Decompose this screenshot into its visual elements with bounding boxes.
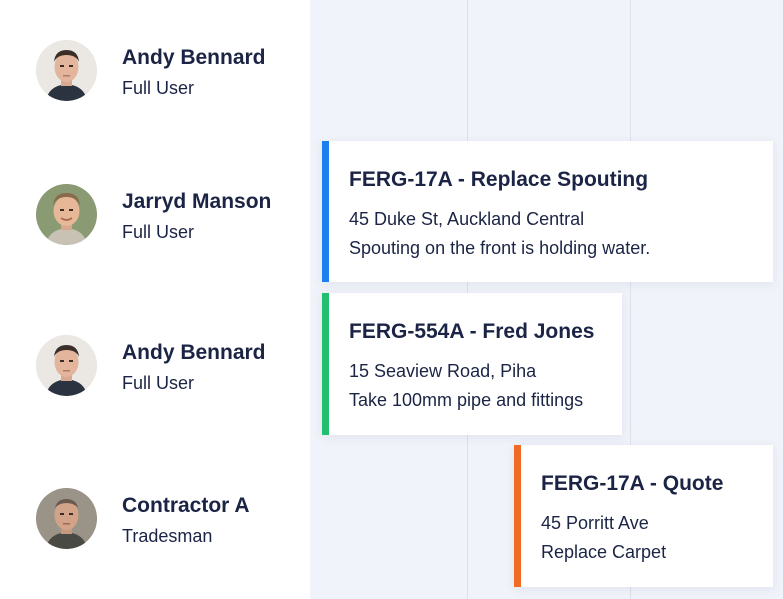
staff-column: Andy Bennard Full User Jarryd Manson Ful…: [0, 0, 310, 599]
staff-row[interactable]: Andy Bennard Full User: [36, 40, 306, 102]
job-title: FERG-554A - Fred Jones: [349, 320, 595, 343]
person-avatar-icon: [36, 335, 97, 396]
job-card[interactable]: FERG-17A - Replace Spouting 45 Duke St, …: [322, 141, 773, 282]
job-note: Take 100mm pipe and fittings: [349, 390, 584, 410]
person-avatar-icon: [36, 40, 97, 101]
avatar: [36, 40, 97, 101]
job-status-accent: [514, 445, 521, 587]
job-note: Replace Carpet: [541, 542, 667, 562]
staff-row[interactable]: Jarryd Manson Full User: [36, 184, 306, 246]
person-avatar-icon: [36, 184, 97, 245]
schedule-grid: FERG-17A - Replace Spouting 45 Duke St, …: [310, 0, 783, 599]
staff-role: Full User: [122, 222, 195, 242]
scheduler-view: Andy Bennard Full User Jarryd Manson Ful…: [0, 0, 783, 599]
avatar: [36, 488, 97, 549]
staff-row[interactable]: Contractor A Tradesman: [36, 488, 306, 550]
job-note: Spouting on the front is holding water.: [349, 238, 651, 258]
job-card[interactable]: FERG-17A - Quote 45 Porritt Ave Replace …: [514, 445, 773, 587]
job-card[interactable]: FERG-554A - Fred Jones 15 Seaview Road, …: [322, 293, 622, 435]
staff-row[interactable]: Andy Bennard Full User: [36, 335, 306, 397]
job-address: 45 Duke St, Auckland Central: [349, 209, 585, 229]
avatar: [36, 184, 97, 245]
job-title: FERG-17A - Quote: [541, 472, 724, 495]
job-address: 45 Porritt Ave: [541, 513, 649, 533]
staff-name: Andy Bennard: [122, 46, 266, 69]
staff-name: Jarryd Manson: [122, 190, 272, 213]
job-status-accent: [322, 141, 329, 282]
staff-role: Tradesman: [122, 526, 213, 546]
person-avatar-icon: [36, 488, 97, 549]
staff-role: Full User: [122, 78, 195, 98]
avatar: [36, 335, 97, 396]
staff-name: Andy Bennard: [122, 341, 266, 364]
job-title: FERG-17A - Replace Spouting: [349, 168, 649, 191]
job-address: 15 Seaview Road, Piha: [349, 361, 537, 381]
staff-name: Contractor A: [122, 494, 250, 517]
job-status-accent: [322, 293, 329, 435]
staff-role: Full User: [122, 373, 195, 393]
